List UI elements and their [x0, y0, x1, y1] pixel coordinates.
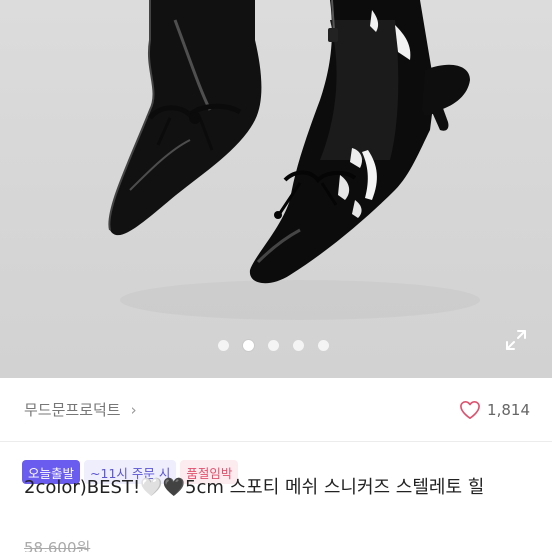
gallery-pager[interactable] [218, 340, 329, 351]
seller-name: 무드문프로덕트 [24, 401, 121, 419]
product-title: 2color)BEST!🤍🖤5cm 스포티 메쉬 스니커즈 스텔레토 힐 [24, 473, 544, 503]
expand-image-button[interactable] [502, 326, 530, 354]
seller-row: 무드문프로덕트 › 1,814 [0, 378, 552, 442]
pager-dot[interactable] [218, 340, 229, 351]
like-count: 1,814 [487, 400, 530, 419]
product-photo [108, 0, 480, 320]
like-button[interactable]: 1,814 [459, 400, 530, 420]
black-heart-emoji: 🖤 [162, 477, 185, 498]
heart-outline-icon [460, 400, 480, 419]
product-title-suffix: 5cm 스포티 메쉬 스니커즈 스텔레토 힐 [185, 477, 485, 498]
pager-dot-active[interactable] [243, 340, 254, 351]
product-image-gallery[interactable] [0, 0, 552, 378]
seller-link[interactable]: 무드문프로덕트 › [24, 399, 137, 420]
pager-dot[interactable] [318, 340, 329, 351]
chevron-right-icon: › [130, 400, 137, 419]
pager-dot[interactable] [293, 340, 304, 351]
expand-arrows-icon [506, 330, 526, 350]
white-heart-emoji: 🤍 [140, 477, 163, 498]
product-title-prefix: 2color)BEST! [24, 477, 141, 498]
pager-dot[interactable] [268, 340, 279, 351]
original-price: 58,600원 [24, 539, 91, 552]
